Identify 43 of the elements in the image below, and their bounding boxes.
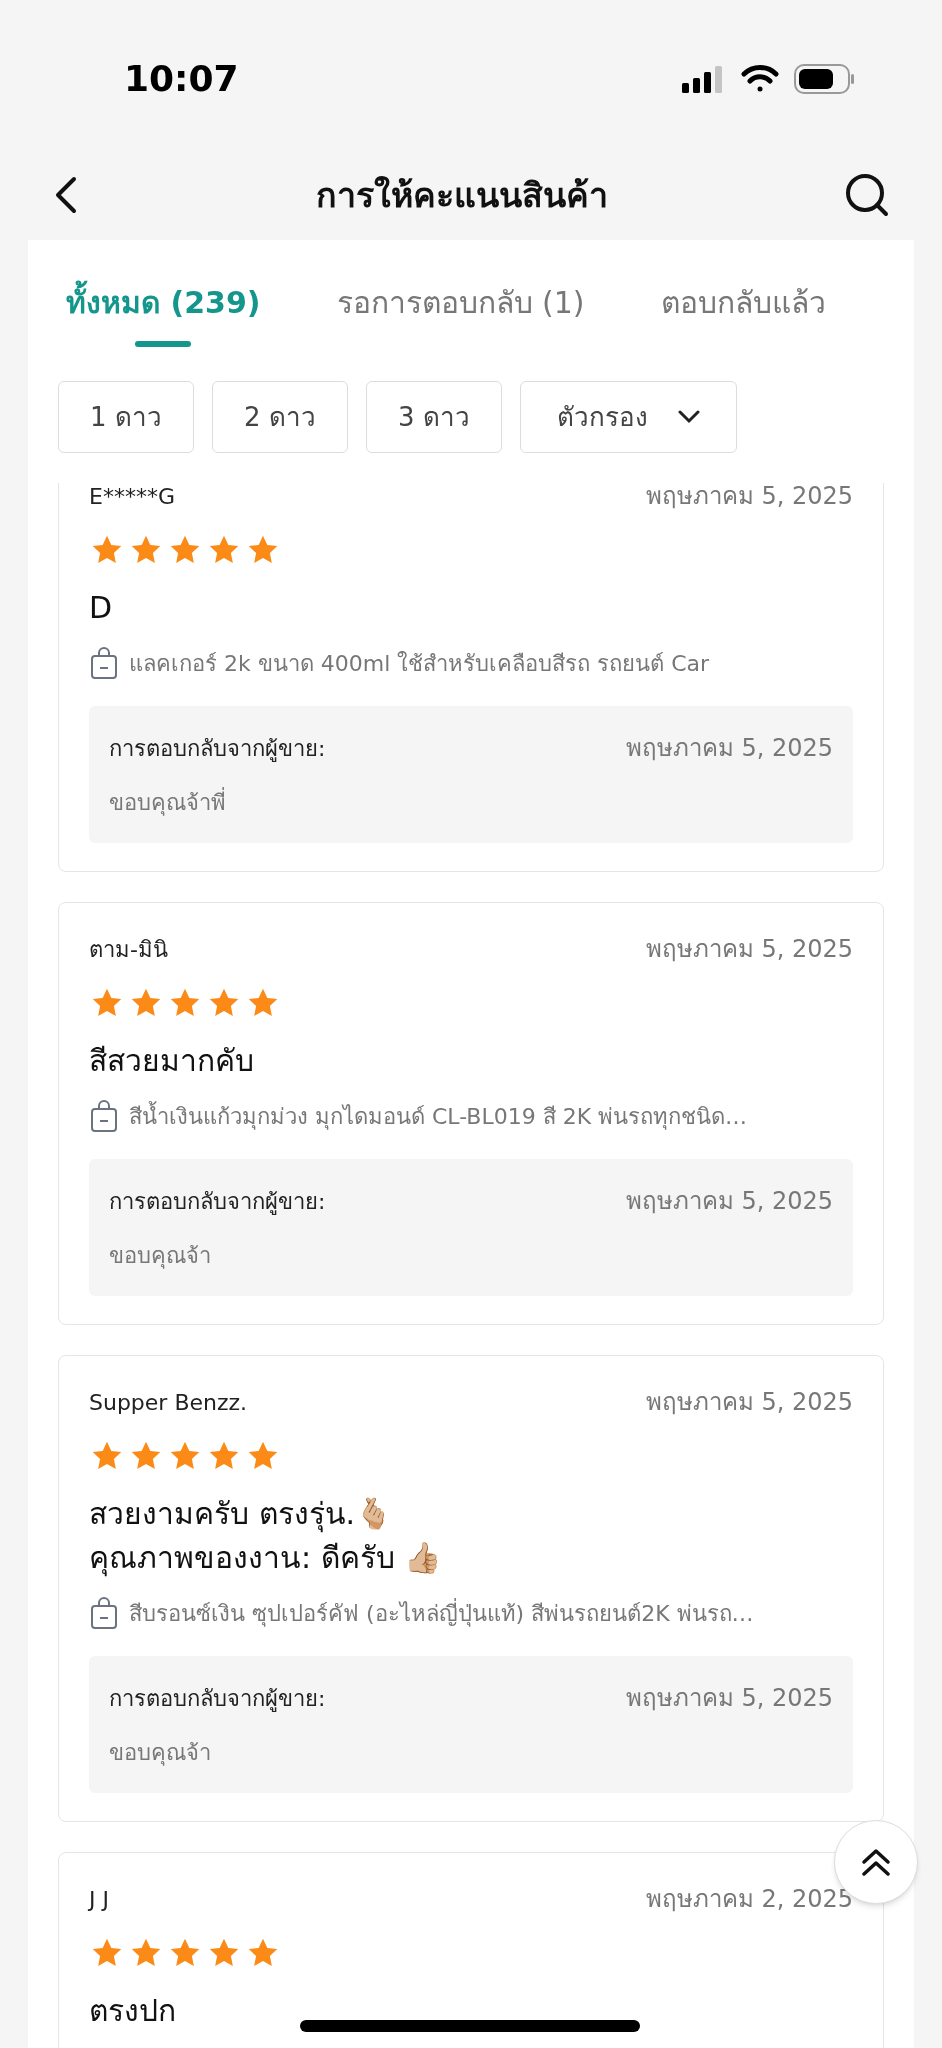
reply-date: พฤษภาคม 5, 2025 (625, 733, 833, 764)
bag-icon (89, 646, 119, 680)
reviewer-name: J J (89, 1885, 109, 1914)
reply-label: การตอบกลับจากผู้ขาย: (109, 1684, 326, 1714)
reply-date: พฤษภาคม 5, 2025 (625, 1186, 833, 1217)
review-text: สวยงามครับ ตรงรุ่น.🫰🏼 (89, 1495, 393, 1535)
review-text: ตรงปก (89, 1992, 176, 2030)
tab[interactable]: ทั้งหมด (239) (66, 280, 261, 353)
reviewer-name: Supper Benzz. (89, 1388, 248, 1417)
page-title: การให้คะแนนสินค้า (316, 173, 608, 217)
reply-text: ขอบคุณจ้าพี่ (109, 786, 833, 819)
reply-label: การตอบกลับจากผู้ขาย: (109, 1187, 326, 1217)
product-name[interactable]: แลคเกอร์ 2k ขนาด 400ml ใช้สำหรับเคลือบสีรถ รถยนต์ Car (129, 646, 710, 680)
tab[interactable]: รอการตอบกลับ (1) (336, 280, 585, 353)
search-icon[interactable] (844, 172, 890, 218)
bag-icon (89, 1099, 119, 1133)
chevron-down-icon (678, 410, 700, 424)
review-date: พฤษภาคม 5, 2025 (645, 934, 853, 965)
reply-text: ขอบคุณจ้า (109, 1242, 212, 1271)
reply-text: ขอบคุณจ้า (109, 1739, 212, 1768)
reviewer-name: ตาม-มินิ (89, 935, 168, 964)
double-chevron-up-icon (861, 1848, 891, 1876)
review-text: คุณภาพของงาน: ดีครับ 👍🏼 (89, 1539, 442, 1579)
star-filter-chip[interactable]: 2 ดาว (212, 381, 348, 453)
reply-label: การตอบกลับจากผู้ขาย: (109, 734, 326, 764)
wifi-icon (740, 64, 780, 94)
review-date: พฤษภาคม 5, 2025 (645, 483, 853, 512)
review-text: D (89, 589, 113, 627)
battery-icon (794, 64, 856, 94)
star-filter-chip[interactable]: 3 ดาว (366, 381, 502, 453)
review-date: พฤษภาคม 5, 2025 (645, 1387, 853, 1418)
review-text: สีสวยมากคับ (89, 1042, 254, 1080)
reply-date: พฤษภาคม 5, 2025 (625, 1683, 833, 1714)
review-date: พฤษภาคม 2, 2025 (645, 1884, 853, 1915)
star-filter-chip[interactable]: 1 ดาว (58, 381, 194, 453)
bag-icon (89, 1596, 119, 1630)
status-time: 10:07 (124, 57, 239, 101)
product-name[interactable]: สีน้ำเงินแก้วมุกม่วง มุกไดมอนด์ CL-BL019 สี 2K พ่นรถทุกชนิด… (129, 1099, 748, 1133)
tab[interactable]: ตอบกลับแล้ว (660, 280, 826, 353)
tab-underline (135, 341, 192, 347)
filter-dropdown[interactable]: ตัวกรอง (520, 381, 737, 453)
product-name[interactable]: สีบรอนซ์เงิน ซุปเปอร์คัฟ (อะไหล่ญี่ปุ่นแท้) สีพ่นรถยนต์2K พ่นรถ… (129, 1596, 754, 1630)
reviewer-name: E*****G (89, 483, 175, 511)
